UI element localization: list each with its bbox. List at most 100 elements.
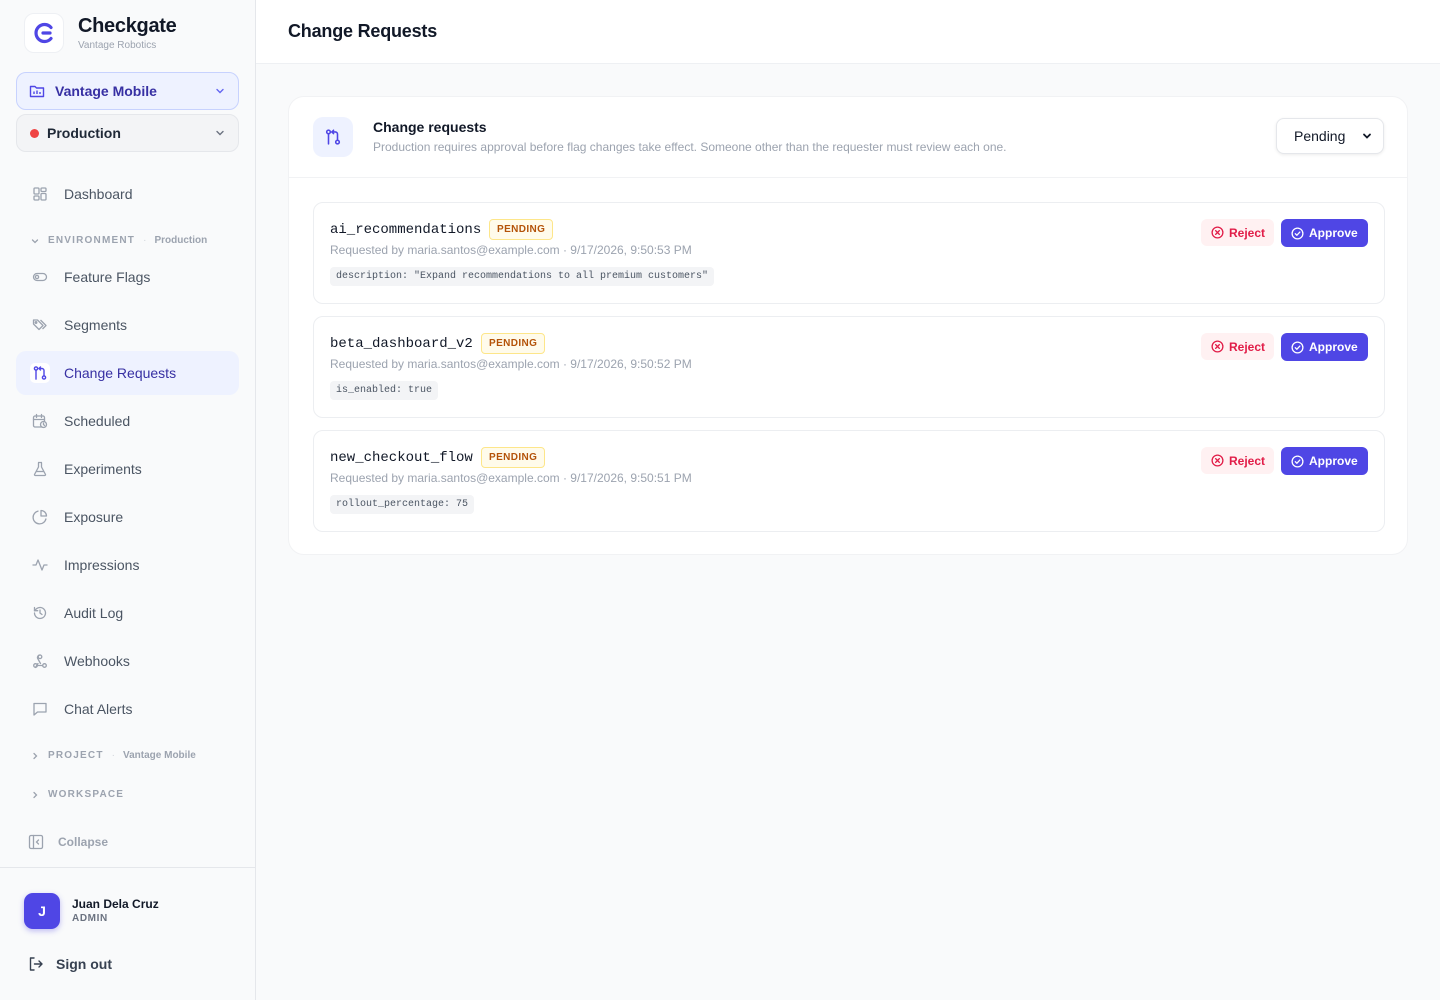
status-badge: PENDING xyxy=(489,219,554,240)
sidebar-item-label: Exposure xyxy=(64,509,124,525)
sidebar: Checkgate Vantage Robotics Vantage Mobil… xyxy=(0,0,256,1000)
project-picker-label: Vantage Mobile xyxy=(55,83,157,99)
panel-header: Change requests Production requires appr… xyxy=(289,97,1407,178)
status-badge: PENDING xyxy=(481,447,546,468)
sidebar-item-exposure[interactable]: Exposure xyxy=(16,495,239,539)
reject-label: Reject xyxy=(1229,453,1266,468)
chevron-down-icon xyxy=(214,127,226,139)
check-circle-icon xyxy=(1291,226,1304,240)
check-circle-icon xyxy=(1291,340,1304,354)
pie-chart-icon xyxy=(32,509,48,525)
x-circle-icon xyxy=(1211,340,1224,353)
sidebar-item-feature-flags[interactable]: Feature Flags xyxy=(16,255,239,299)
tags-icon xyxy=(32,317,48,333)
approve-button[interactable]: Approve xyxy=(1281,447,1368,475)
history-icon xyxy=(32,605,48,621)
calendar-clock-icon xyxy=(32,413,48,429)
log-out-icon xyxy=(28,956,44,972)
sidebar-item-label: Audit Log xyxy=(64,605,124,621)
reject-button[interactable]: Reject xyxy=(1201,219,1275,246)
user-role: ADMIN xyxy=(72,913,108,924)
collapse-label: Collapse xyxy=(58,835,109,849)
chevron-right-icon xyxy=(30,751,40,761)
approve-button[interactable]: Approve xyxy=(1281,219,1368,247)
sidebar-item-audit-log[interactable]: Audit Log xyxy=(16,591,239,635)
sidebar-item-dashboard[interactable]: Dashboard xyxy=(16,172,239,216)
change-request-card: new_checkout_flow PENDING Requested by m… xyxy=(313,430,1385,532)
sign-out-button[interactable]: Sign out xyxy=(28,956,112,972)
collapse-sidebar-button[interactable]: Collapse xyxy=(28,834,108,850)
avatar[interactable]: J xyxy=(24,893,60,929)
folder-icon xyxy=(29,83,45,99)
sidebar-item-label: Change Requests xyxy=(64,365,177,381)
flag-key: new_checkout_flow xyxy=(330,450,473,466)
sidebar-item-label: Scheduled xyxy=(64,413,131,429)
x-circle-icon xyxy=(1211,226,1224,239)
chevron-down-icon xyxy=(1361,130,1373,142)
environment-picker-label: Production xyxy=(47,125,121,141)
status-filter-select[interactable]: Pending xyxy=(1276,118,1384,154)
sidebar-item-label: Feature Flags xyxy=(64,269,151,285)
change-diff: is_enabled: true xyxy=(330,381,439,400)
flag-key: beta_dashboard_v2 xyxy=(330,336,473,352)
check-circle-icon xyxy=(1291,454,1304,468)
request-meta: Requested by maria.santos@example.com · … xyxy=(330,471,692,485)
sign-out-label: Sign out xyxy=(56,956,112,972)
panel-title: Change requests xyxy=(373,119,487,135)
change-requests-panel: Change requests Production requires appr… xyxy=(288,96,1408,555)
approve-button[interactable]: Approve xyxy=(1281,333,1368,361)
request-meta: Requested by maria.santos@example.com · … xyxy=(330,357,692,371)
change-request-card: ai_recommendations PENDING Requested by … xyxy=(313,202,1385,304)
section-workspace[interactable]: WORKSPACE xyxy=(30,789,124,800)
status-filter-value: Pending xyxy=(1294,128,1346,144)
change-diff: rollout_percentage: 75 xyxy=(330,495,475,514)
brand[interactable]: Checkgate Vantage Robotics xyxy=(24,13,177,53)
section-project[interactable]: PROJECT · Vantage Mobile xyxy=(30,750,196,761)
sidebar-item-experiments[interactable]: Experiments xyxy=(16,447,239,491)
git-pull-request-icon xyxy=(30,363,50,383)
reject-button[interactable]: Reject xyxy=(1201,333,1275,360)
section-title: ENVIRONMENT xyxy=(48,235,136,246)
brand-name: Checkgate xyxy=(78,14,177,37)
project-picker[interactable]: Vantage Mobile xyxy=(16,72,239,110)
section-title: PROJECT xyxy=(48,750,104,761)
request-meta: Requested by maria.santos@example.com · … xyxy=(330,243,692,257)
checkgate-logo-icon xyxy=(24,13,64,53)
change-diff: description: "Expand recommendations to … xyxy=(330,267,715,286)
sidebar-item-chat-alerts[interactable]: Chat Alerts xyxy=(16,687,239,731)
layout-grid-icon xyxy=(32,186,48,202)
sidebar-item-label: Dashboard xyxy=(64,186,133,202)
sidebar-item-impressions[interactable]: Impressions xyxy=(16,543,239,587)
sidebar-item-scheduled[interactable]: Scheduled xyxy=(16,399,239,443)
toggle-icon xyxy=(32,269,48,285)
panel-left-close-icon xyxy=(28,834,44,850)
environment-picker[interactable]: Production xyxy=(16,114,239,152)
section-context: Production xyxy=(154,235,208,246)
user-area: J Juan Dela Cruz ADMIN Sign out xyxy=(0,867,255,1000)
chevron-down-icon xyxy=(30,236,40,246)
environment-status-dot xyxy=(30,128,39,138)
page-title: Change Requests xyxy=(288,21,438,41)
change-request-card: beta_dashboard_v2 PENDING Requested by m… xyxy=(313,316,1385,418)
sidebar-item-webhooks[interactable]: Webhooks xyxy=(16,639,239,683)
approve-label: Approve xyxy=(1309,226,1358,240)
sidebar-item-segments[interactable]: Segments xyxy=(16,303,239,347)
sidebar-item-change-requests[interactable]: Change Requests xyxy=(16,351,239,395)
sidebar-item-label: Webhooks xyxy=(64,653,130,669)
status-badge: PENDING xyxy=(481,333,546,354)
brand-org: Vantage Robotics xyxy=(78,39,157,51)
section-environment[interactable]: ENVIRONMENT · Production xyxy=(30,235,207,246)
section-context: Vantage Mobile xyxy=(122,750,196,761)
approve-label: Approve xyxy=(1309,340,1358,354)
reject-button[interactable]: Reject xyxy=(1201,447,1275,474)
section-separator: · xyxy=(111,750,115,761)
panel-description: Production requires approval before flag… xyxy=(373,140,1007,154)
message-square-icon xyxy=(32,701,48,717)
sidebar-item-label: Experiments xyxy=(64,461,142,477)
webhook-icon xyxy=(32,653,48,669)
sidebar-item-label: Impressions xyxy=(64,557,140,573)
flag-key: ai_recommendations xyxy=(330,222,482,238)
x-circle-icon xyxy=(1211,454,1224,467)
git-pull-request-icon xyxy=(313,117,353,157)
approve-label: Approve xyxy=(1309,454,1358,468)
